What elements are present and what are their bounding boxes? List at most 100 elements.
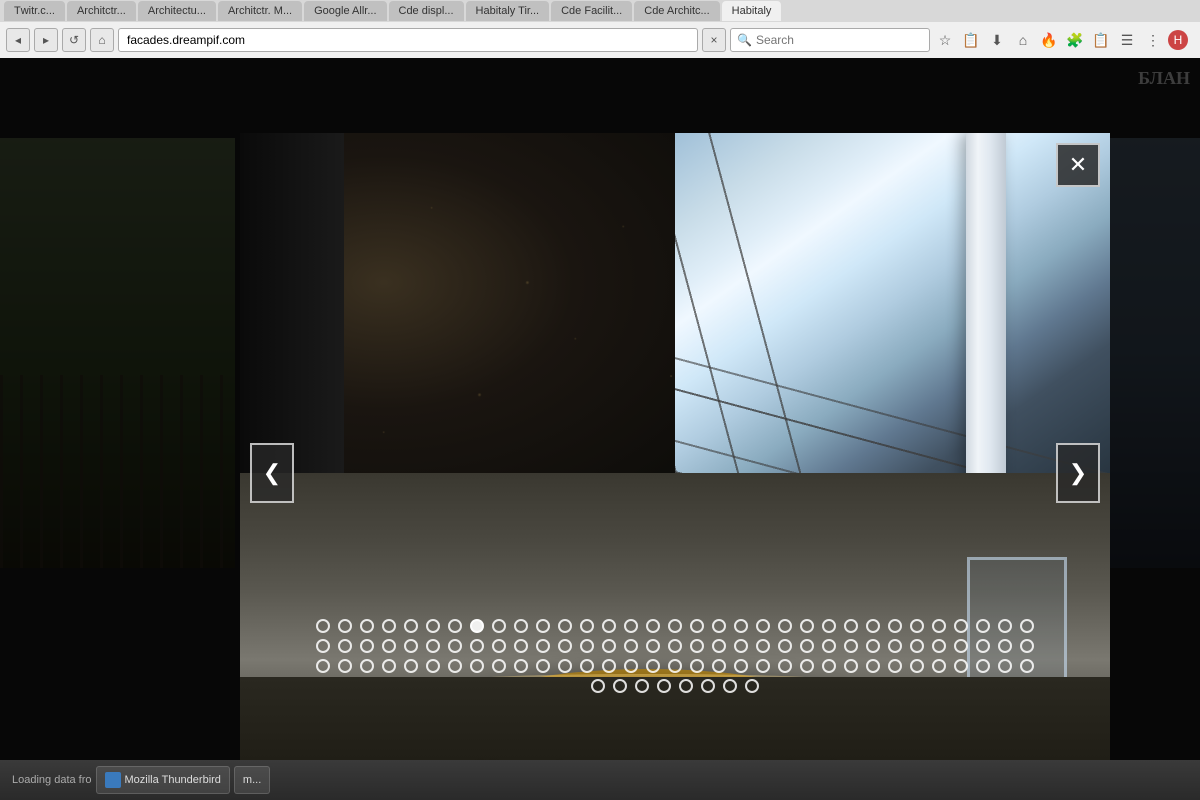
bullet-row3-26[interactable] xyxy=(888,659,902,673)
bullet-row2-24[interactable] xyxy=(844,639,858,653)
bullet-row1-5[interactable] xyxy=(426,619,440,633)
bullet-row2-9[interactable] xyxy=(514,639,528,653)
bullet-row2-19[interactable] xyxy=(734,639,748,653)
bullet-row3-2[interactable] xyxy=(360,659,374,673)
home-button[interactable]: ⌂ xyxy=(90,28,114,52)
bullet-row2-28[interactable] xyxy=(932,639,946,653)
bullet-row2-23[interactable] xyxy=(822,639,836,653)
bullet-row3-23[interactable] xyxy=(822,659,836,673)
house-icon[interactable]: ⌂ xyxy=(1012,29,1034,51)
bullet-row1-13[interactable] xyxy=(602,619,616,633)
tab-10[interactable]: Habitaly xyxy=(722,1,782,21)
bullet-row2-11[interactable] xyxy=(558,639,572,653)
tab-3[interactable]: Architectu... xyxy=(138,1,216,21)
bullet-row3-0[interactable] xyxy=(316,659,330,673)
bullet-row2-22[interactable] xyxy=(800,639,814,653)
lightbox-prev-button[interactable]: ❮ xyxy=(250,443,294,503)
bullet-row4-5[interactable] xyxy=(701,679,715,693)
tab-5[interactable]: Google Allr... xyxy=(304,1,386,21)
bullet-row2-12[interactable] xyxy=(580,639,594,653)
bullet-row1-22[interactable] xyxy=(800,619,814,633)
bullet-row4-1[interactable] xyxy=(613,679,627,693)
tab-4[interactable]: Architctr. M... xyxy=(218,1,302,21)
address-bar[interactable]: facades.dreampif.com xyxy=(118,28,698,52)
bullet-row2-32[interactable] xyxy=(1020,639,1034,653)
bullet-row3-16[interactable] xyxy=(668,659,682,673)
bullet-row1-29[interactable] xyxy=(954,619,968,633)
bullet-row1-24[interactable] xyxy=(844,619,858,633)
refresh-button[interactable]: ↺ xyxy=(62,28,86,52)
bullet-row2-18[interactable] xyxy=(712,639,726,653)
user-icon[interactable]: H xyxy=(1168,30,1188,50)
bullet-row3-18[interactable] xyxy=(712,659,726,673)
bullet-row3-14[interactable] xyxy=(624,659,638,673)
bullet-row3-30[interactable] xyxy=(976,659,990,673)
bullet-row3-32[interactable] xyxy=(1020,659,1034,673)
bullet-row3-15[interactable] xyxy=(646,659,660,673)
bullet-row2-8[interactable] xyxy=(492,639,506,653)
bullet-row2-20[interactable] xyxy=(756,639,770,653)
bullet-row2-27[interactable] xyxy=(910,639,924,653)
star-icon[interactable]: ☆ xyxy=(934,29,956,51)
bullet-row4-6[interactable] xyxy=(723,679,737,693)
bullet-row3-31[interactable] xyxy=(998,659,1012,673)
bullet-row3-25[interactable] xyxy=(866,659,880,673)
bullet-row3-12[interactable] xyxy=(580,659,594,673)
bullet-row3-29[interactable] xyxy=(954,659,968,673)
forward-button[interactable]: ▸ xyxy=(34,28,58,52)
bullet-row3-1[interactable] xyxy=(338,659,352,673)
bullet-row1-8[interactable] xyxy=(492,619,506,633)
bullet-row1-1[interactable] xyxy=(338,619,352,633)
bullet-row4-3[interactable] xyxy=(657,679,671,693)
bullet-row1-27[interactable] xyxy=(910,619,924,633)
bullet-row1-3[interactable] xyxy=(382,619,396,633)
bullet-row1-12[interactable] xyxy=(580,619,594,633)
bullet-row3-7[interactable] xyxy=(470,659,484,673)
bullet-row3-13[interactable] xyxy=(602,659,616,673)
lightbox-close-button[interactable]: ✕ xyxy=(1056,143,1100,187)
bullet-row2-4[interactable] xyxy=(404,639,418,653)
bullet-row3-11[interactable] xyxy=(558,659,572,673)
search-input[interactable] xyxy=(756,33,916,47)
bullet-row4-7[interactable] xyxy=(745,679,759,693)
bullet-row3-24[interactable] xyxy=(844,659,858,673)
bullet-row3-3[interactable] xyxy=(382,659,396,673)
bullet-row2-3[interactable] xyxy=(382,639,396,653)
bullet-row3-27[interactable] xyxy=(910,659,924,673)
bullet-row2-1[interactable] xyxy=(338,639,352,653)
bullet-row3-20[interactable] xyxy=(756,659,770,673)
bookmark-icon[interactable]: 📋 xyxy=(960,29,982,51)
bullet-row2-7[interactable] xyxy=(470,639,484,653)
bullet-row1-15[interactable] xyxy=(646,619,660,633)
bullet-row2-21[interactable] xyxy=(778,639,792,653)
bullet-row2-5[interactable] xyxy=(426,639,440,653)
bullet-row3-19[interactable] xyxy=(734,659,748,673)
puzzle-icon[interactable]: 🧩 xyxy=(1064,29,1086,51)
bullet-row1-7[interactable] xyxy=(470,619,484,633)
taskbar-item-2[interactable]: m... xyxy=(234,766,270,794)
bullet-row1-19[interactable] xyxy=(734,619,748,633)
bullet-row1-28[interactable] xyxy=(932,619,946,633)
bullet-row2-10[interactable] xyxy=(536,639,550,653)
bullet-row1-23[interactable] xyxy=(822,619,836,633)
bullet-row2-30[interactable] xyxy=(976,639,990,653)
taskbar-item-1[interactable]: Mozilla Thunderbird xyxy=(96,766,230,794)
back-button[interactable]: ◂ xyxy=(6,28,30,52)
bullet-row1-6[interactable] xyxy=(448,619,462,633)
bullet-row2-6[interactable] xyxy=(448,639,462,653)
bullet-row3-28[interactable] xyxy=(932,659,946,673)
lightbox-next-button[interactable]: ❯ xyxy=(1056,443,1100,503)
bullet-row2-25[interactable] xyxy=(866,639,880,653)
close-tab-button[interactable]: × xyxy=(702,28,726,52)
bullet-row1-17[interactable] xyxy=(690,619,704,633)
menu-icon[interactable]: ☰ xyxy=(1116,29,1138,51)
tab-6[interactable]: Cde displ... xyxy=(389,1,464,21)
bullet-row1-10[interactable] xyxy=(536,619,550,633)
bullet-row2-2[interactable] xyxy=(360,639,374,653)
search-bar[interactable]: 🔍 xyxy=(730,28,930,52)
bullet-row2-17[interactable] xyxy=(690,639,704,653)
bullet-row3-8[interactable] xyxy=(492,659,506,673)
bullet-row2-31[interactable] xyxy=(998,639,1012,653)
bullet-row1-16[interactable] xyxy=(668,619,682,633)
bullet-row1-30[interactable] xyxy=(976,619,990,633)
